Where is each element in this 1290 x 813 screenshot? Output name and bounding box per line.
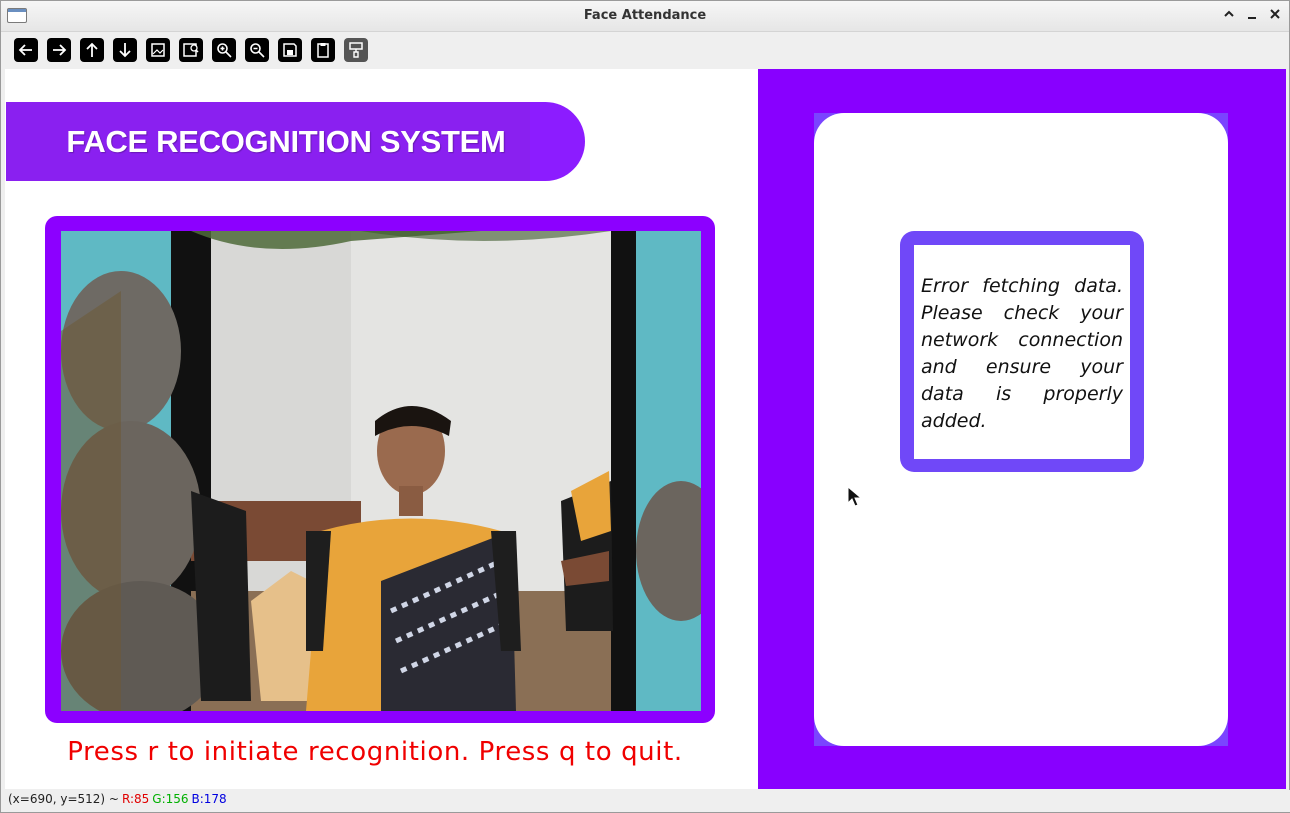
zoom-fit-button[interactable]	[179, 38, 203, 62]
info-panel: Error fetching data. Please check your n…	[758, 69, 1286, 789]
window-title: Face Attendance	[583, 8, 707, 23]
clipboard-icon	[317, 43, 329, 58]
zoom-out-button[interactable]	[245, 38, 269, 62]
save-icon	[283, 43, 297, 57]
toolbar	[1, 32, 1289, 68]
pan-left-button[interactable]	[14, 38, 38, 62]
arrow-up-icon	[86, 42, 98, 57]
mouse-cursor-icon	[847, 486, 863, 507]
error-message-box: Error fetching data. Please check your n…	[900, 231, 1144, 472]
copy-clipboard-button[interactable]	[311, 38, 335, 62]
pan-down-button[interactable]	[113, 38, 137, 62]
zoom-in-icon	[217, 43, 232, 58]
webcam-photo	[61, 231, 701, 711]
pixel-blue-value: B:178	[191, 792, 227, 806]
banner-title: FACE RECOGNITION SYSTEM	[66, 124, 506, 159]
webcam-feed	[61, 231, 701, 711]
cursor-coords: (x=690, y=512) ~	[8, 792, 119, 806]
zoom-out-icon	[250, 43, 265, 58]
camera-frame	[45, 216, 715, 723]
error-message-text: Error fetching data. Please check your n…	[921, 275, 1123, 432]
close-button[interactable]	[1267, 7, 1283, 25]
pan-right-button[interactable]	[47, 38, 71, 62]
title-banner: FACE RECOGNITION SYSTEM	[6, 102, 585, 181]
status-bar: (x=690, y=512) ~ R:85 G:156 B:178	[1, 790, 1290, 812]
properties-button[interactable]	[344, 38, 368, 62]
paint-roller-icon	[349, 42, 363, 58]
arrow-left-icon	[18, 44, 32, 56]
save-button[interactable]	[278, 38, 302, 62]
minimize-button[interactable]	[1244, 7, 1260, 25]
minimize-icon	[1248, 17, 1256, 19]
arrow-down-icon	[119, 43, 131, 58]
zoom-original-button[interactable]	[146, 38, 170, 62]
zoom-in-button[interactable]	[212, 38, 236, 62]
pan-up-button[interactable]	[80, 38, 104, 62]
image-canvas[interactable]: FACE RECOGNITION SYSTEM Press r to initi…	[5, 69, 1286, 789]
title-bar[interactable]: Face Attendance	[1, 1, 1289, 32]
app-window: Face Attendance FACE RECOGNITION SYSTEM …	[0, 0, 1290, 813]
maximize-button[interactable]	[1221, 7, 1237, 25]
info-card: Error fetching data. Please check your n…	[814, 113, 1228, 746]
close-icon	[1270, 9, 1280, 19]
chevron-up-icon	[1224, 10, 1234, 17]
image-icon	[151, 43, 165, 57]
error-message-body: Error fetching data. Please check your n…	[914, 245, 1130, 459]
pixel-red-value: R:85	[121, 792, 150, 806]
pixel-green-value: G:156	[152, 792, 189, 806]
arrow-right-icon	[53, 44, 67, 56]
instruction-text: Press r to initiate recognition. Press q…	[67, 737, 683, 767]
image-search-icon	[183, 43, 199, 57]
